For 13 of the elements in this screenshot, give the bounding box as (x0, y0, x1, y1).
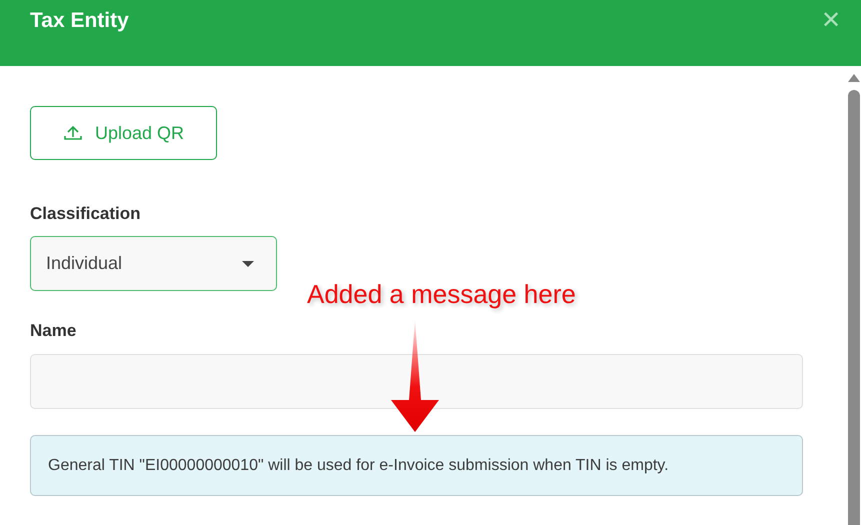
name-input-field[interactable] (30, 354, 803, 409)
upload-button[interactable]: Upload QR (30, 106, 217, 160)
annotation-text: Added a message here (307, 279, 576, 310)
classification-dropdown[interactable]: Individual (30, 236, 277, 291)
field-label: Classification (30, 204, 141, 224)
dialog-title: Tax Entity (30, 9, 129, 33)
close-button[interactable]: ✕ (821, 6, 841, 35)
scroll-up-icon[interactable] (848, 74, 860, 82)
field-label: Name (30, 321, 76, 341)
caret-icon (242, 260, 254, 266)
upload-icon (62, 125, 83, 141)
info-message: General TIN "EI00000000010" will be used for e-Invoice submission when TIN is empty. (30, 435, 803, 496)
scrollbar-thumb[interactable] (848, 90, 860, 525)
